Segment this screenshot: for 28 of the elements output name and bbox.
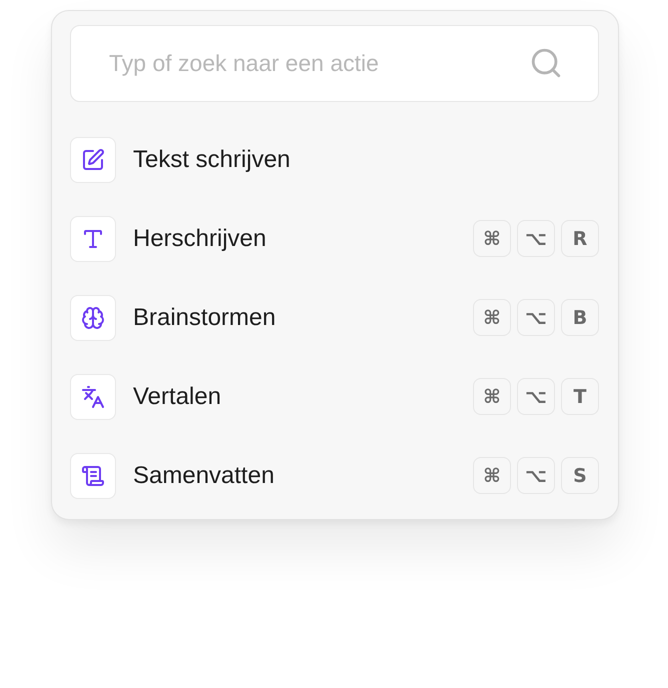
action-icon-tile[interactable] <box>70 216 116 262</box>
search-field[interactable]: Typ of zoek naar een actie <box>70 25 599 102</box>
shortcut-key: T <box>561 378 599 415</box>
shortcut-key: ⌥ <box>517 299 555 336</box>
action-label[interactable]: Samenvatten <box>133 462 473 490</box>
search-icon <box>529 46 563 80</box>
action-icon-tile[interactable] <box>70 452 116 498</box>
shortcut-key: ⌥ <box>517 220 555 257</box>
shortcut-key: ⌘ <box>473 220 511 257</box>
shortcut-key: ⌘ <box>473 378 511 415</box>
brain-icon <box>81 306 105 330</box>
action-label[interactable]: Herschrijven <box>133 224 473 252</box>
action-label[interactable]: Brainstormen <box>133 304 473 332</box>
action-icon-tile[interactable] <box>70 374 116 420</box>
action-icon-tile[interactable] <box>70 136 116 182</box>
shortcut-key: R <box>561 220 599 257</box>
shortcut-key: ⌘ <box>473 457 511 494</box>
document-icon <box>81 464 105 488</box>
translate-icon <box>81 384 105 408</box>
shortcut-key: ⌘ <box>473 299 511 336</box>
action-label[interactable]: Vertalen <box>133 382 473 410</box>
shortcut-key: ⌥ <box>517 378 555 415</box>
shortcut-key: ⌥ <box>517 457 555 494</box>
action-label[interactable]: Tekst schrijven <box>133 146 599 174</box>
shortcut-key: B <box>561 299 599 336</box>
pencil-square-icon <box>81 148 105 172</box>
action-icon-tile[interactable] <box>70 294 116 340</box>
shortcut-key: S <box>561 457 599 494</box>
